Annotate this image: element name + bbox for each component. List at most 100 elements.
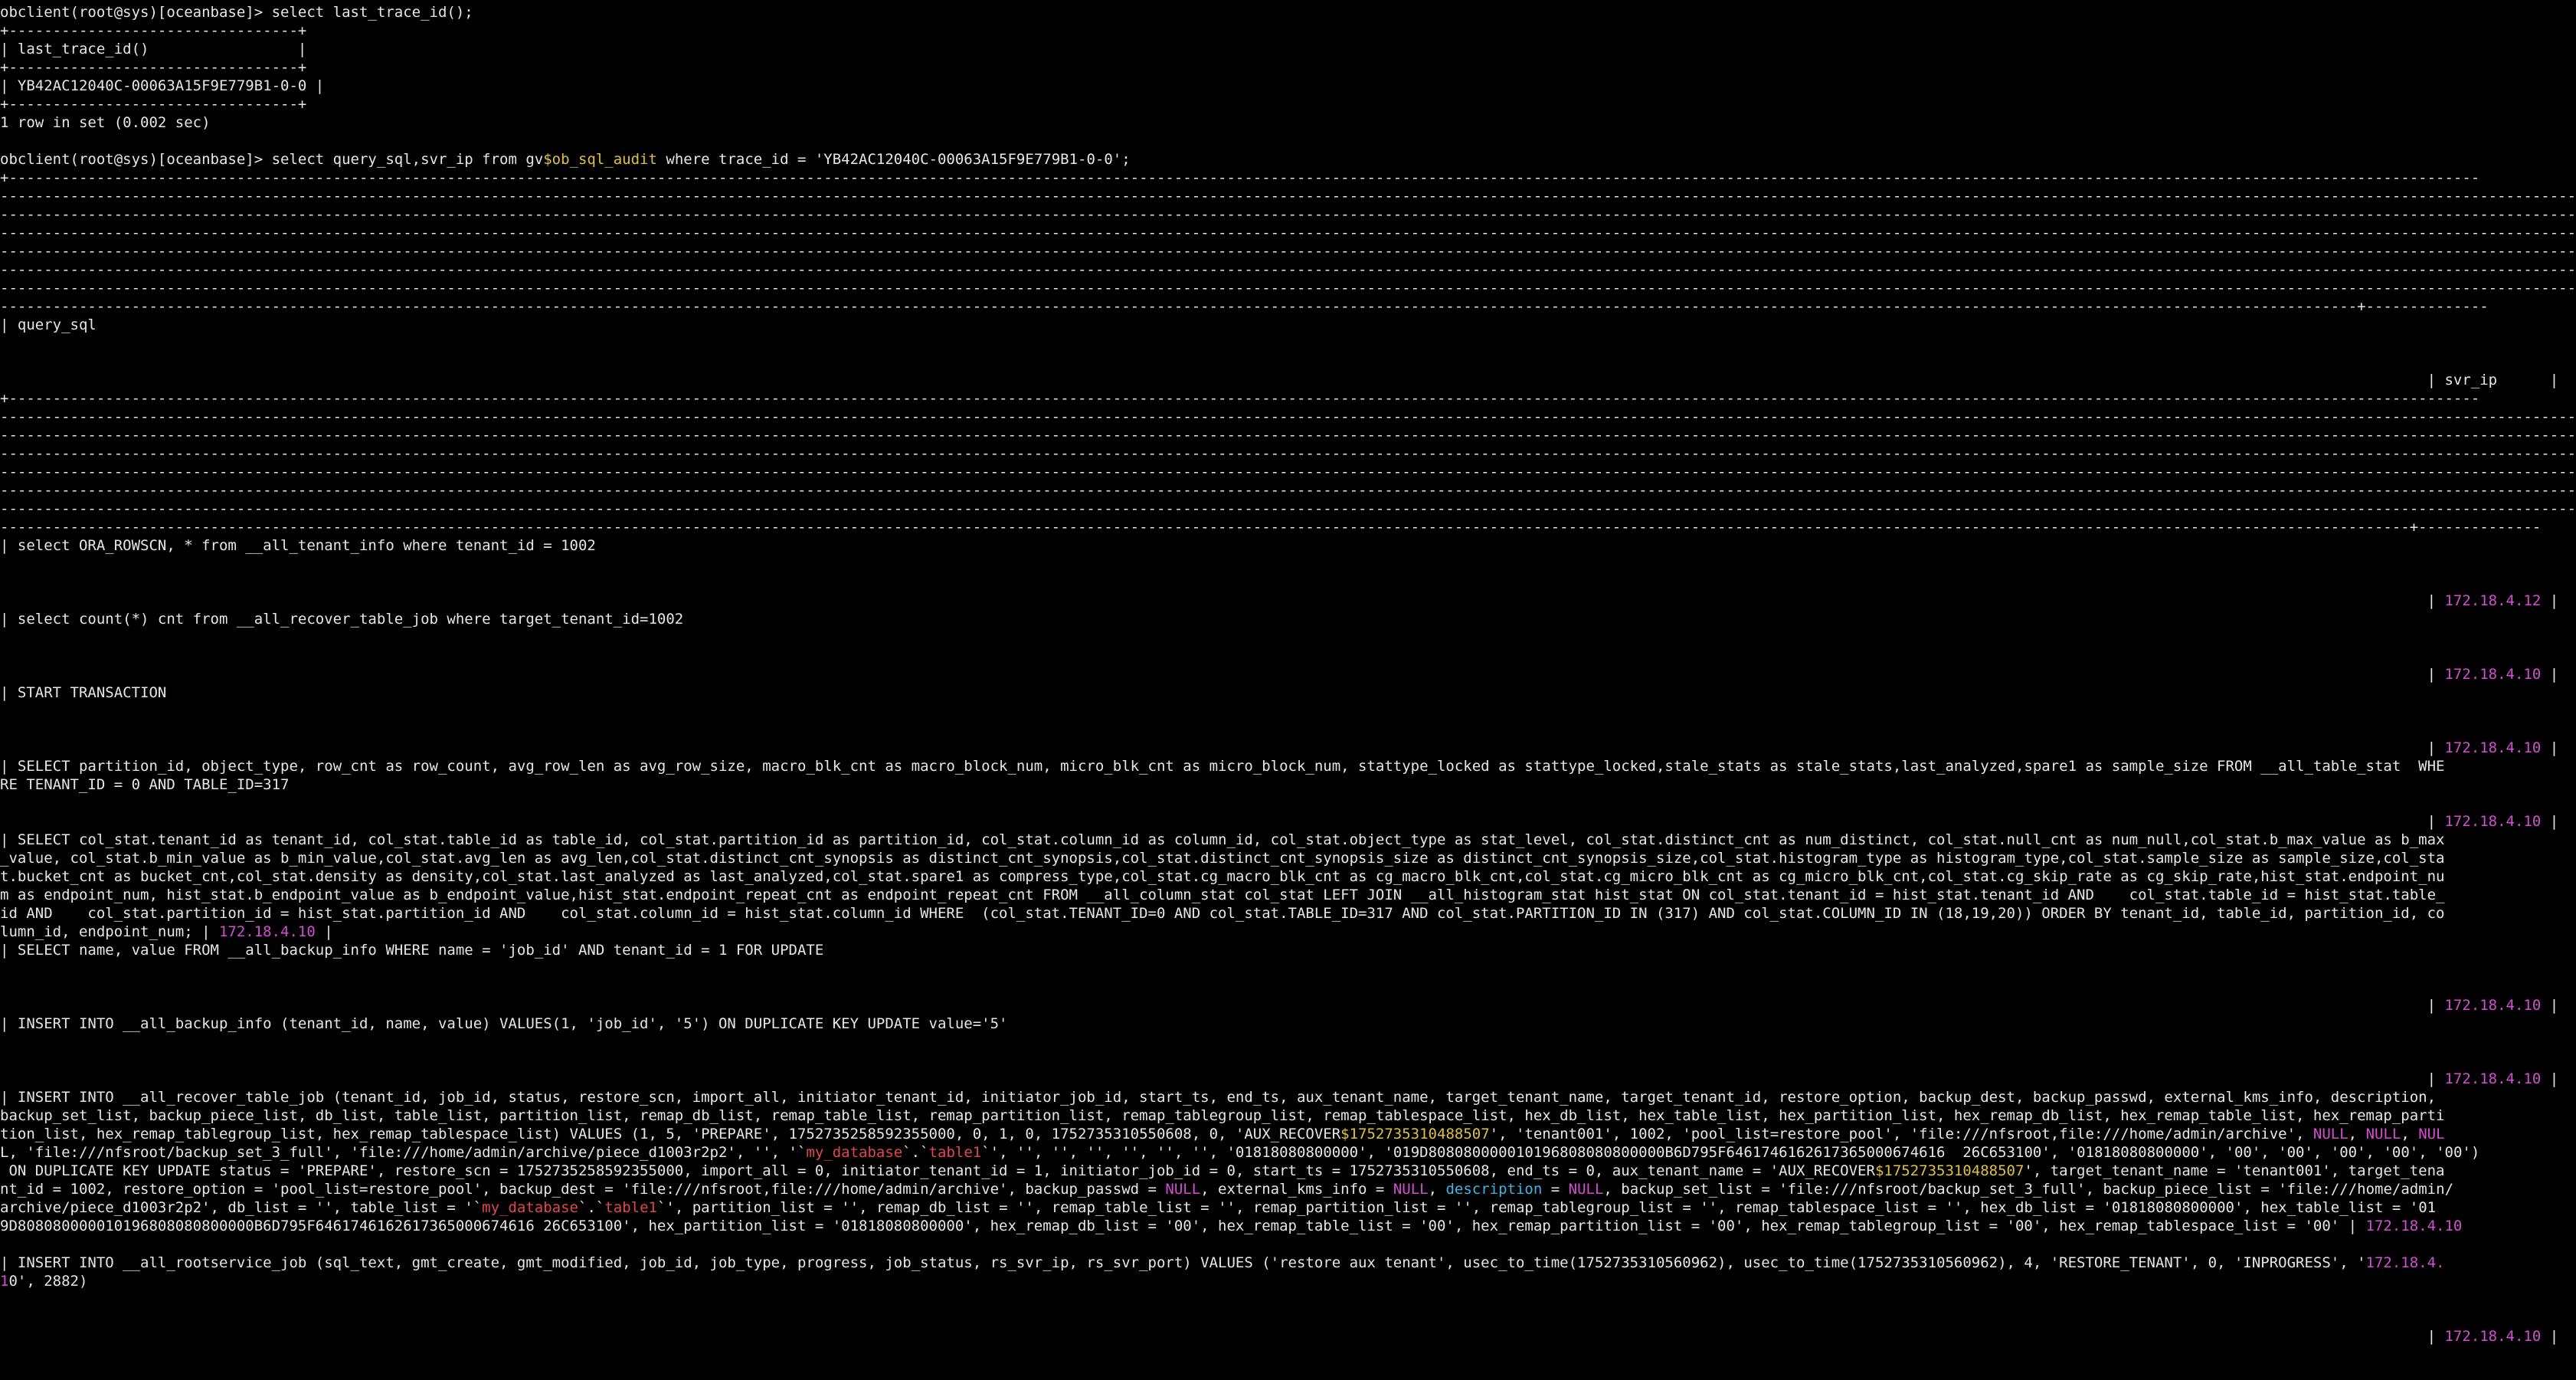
- terminal-text-segment: 172.18.4.12: [2444, 592, 2542, 609]
- terminal-line: | 172.18.4.10 |: [0, 996, 2559, 1015]
- terminal-line: ----------------------------------------…: [0, 463, 2576, 481]
- terminal-text-segment: |: [0, 666, 2445, 683]
- terminal-text-segment: | query_sql: [0, 316, 97, 333]
- terminal-text-segment: `.`: [902, 1144, 929, 1161]
- terminal-text-segment: ON DUPLICATE KEY UPDATE status = 'PREPAR…: [0, 1162, 1875, 1179]
- terminal-text-segment: |: [2541, 997, 2559, 1014]
- terminal-text-segment: t.bucket_cnt as bucket_cnt,col_stat.dens…: [0, 868, 2445, 885]
- terminal-text-segment: nt_id = 1002, restore_option = 'pool_lis…: [0, 1181, 1166, 1198]
- terminal-text-segment: my_database: [806, 1144, 903, 1161]
- terminal-line: lumn_id, endpoint_num; | 172.18.4.10 |: [0, 923, 333, 941]
- terminal-text-segment: id AND col_stat.partition_id = hist_stat…: [0, 905, 2445, 922]
- terminal-text-segment: |: [0, 739, 2445, 756]
- terminal-text-segment: ----------------------------------------…: [0, 519, 2542, 536]
- terminal-text-segment: lumn_id, endpoint_num; |: [0, 923, 219, 940]
- terminal-text-segment: |: [0, 997, 2445, 1014]
- terminal-line: ----------------------------------------…: [0, 205, 2576, 224]
- terminal-line: ----------------------------------------…: [0, 500, 2576, 518]
- terminal-line: ----------------------------------------…: [0, 279, 2576, 297]
- terminal-text-segment: |: [0, 1070, 2445, 1087]
- terminal-line: | query_sql: [0, 316, 97, 334]
- terminal-text-segment: 172.18.4.10: [2444, 666, 2542, 683]
- terminal-line: obclient(root@sys)[oceanbase]> select qu…: [0, 150, 1131, 169]
- terminal-text-segment: ----------------------------------------…: [0, 427, 2576, 444]
- terminal-text-segment: +---------------------------------+: [0, 96, 307, 113]
- terminal-text-segment: NULL: [2365, 1126, 2401, 1142]
- terminal-text-segment: |: [2541, 1070, 2559, 1087]
- terminal-window[interactable]: obclient(root@sys)[oceanbase]> select la…: [0, 0, 2576, 1380]
- terminal-line: ----------------------------------------…: [0, 261, 2576, 279]
- terminal-line: +---------------------------------------…: [0, 169, 2479, 187]
- terminal-text-segment: |: [0, 592, 2445, 609]
- terminal-line: id AND col_stat.partition_id = hist_stat…: [0, 904, 2444, 923]
- terminal-text-segment: 172.18.4.10: [2444, 739, 2542, 756]
- terminal-text-segment: tion_list, hex_remap_tablegroup_list, he…: [0, 1126, 1341, 1142]
- terminal-text-segment: m as endpoint_num, hist_stat.b_endpoint_…: [0, 887, 2445, 903]
- terminal-text-segment: +---------------------------------------…: [0, 169, 2480, 186]
- terminal-line: archive/piece_d1003r2p2', db_list = '', …: [0, 1198, 2436, 1217]
- terminal-text-segment: `.`: [578, 1199, 605, 1216]
- terminal-line: | 172.18.4.10 |: [0, 1070, 2559, 1088]
- terminal-text-segment: 172.18.4.10: [218, 923, 316, 940]
- terminal-text-segment: |: [0, 813, 2445, 830]
- terminal-line: 10', 2882): [0, 1272, 87, 1290]
- terminal-line: _value, col_stat.b_min_value as b_min_va…: [0, 849, 2444, 867]
- terminal-text-segment: ,: [2348, 1126, 2366, 1142]
- terminal-line: 9D808080000010196808080800000B6D795F6461…: [0, 1217, 2462, 1235]
- terminal-text-segment: ----------------------------------------…: [0, 243, 2576, 260]
- terminal-text-segment: L, 'file:///nfsroot/backup_set_3_full', …: [0, 1144, 807, 1161]
- terminal-line: | 172.18.4.10 |: [0, 665, 2559, 683]
- terminal-text-segment: |: [2541, 1328, 2559, 1345]
- terminal-text-segment: $ob_sql_audit: [543, 151, 657, 168]
- terminal-text-segment: RE TENANT_ID = 0 AND TABLE_ID=317: [0, 776, 290, 793]
- terminal-line: tion_list, hex_remap_tablegroup_list, he…: [0, 1125, 2445, 1143]
- terminal-line: | SELECT partition_id, object_type, row_…: [0, 757, 2444, 775]
- terminal-text-segment: _value, col_stat.b_min_value as b_min_va…: [0, 850, 2445, 867]
- terminal-line: | YB42AC12040C-00063A15F9E779B1-0-0 |: [0, 77, 324, 95]
- terminal-text-segment: 172.18.4.10: [2444, 813, 2542, 830]
- terminal-text-segment: | START TRANSACTION: [0, 684, 167, 701]
- terminal-text-segment: 172.18.4.10: [2444, 1070, 2542, 1087]
- terminal-text-segment: 0', 2882): [8, 1273, 88, 1290]
- terminal-text-segment: ----------------------------------------…: [0, 500, 2576, 517]
- terminal-text-segment: ----------------------------------------…: [0, 408, 2576, 425]
- terminal-text-segment: ----------------------------------------…: [0, 464, 2576, 480]
- terminal-text-segment: , backup_set_list = 'file:///nfsroot/bac…: [1603, 1181, 2454, 1198]
- terminal-text-segment: NULL: [1165, 1181, 1201, 1198]
- terminal-text-segment: obclient(root@sys)[oceanbase]> select qu…: [0, 151, 544, 168]
- terminal-line: | 172.18.4.10 |: [0, 812, 2559, 831]
- terminal-line: ----------------------------------------…: [0, 187, 2576, 205]
- terminal-text-segment: 9D808080000010196808080800000B6D795F6461…: [0, 1218, 2366, 1234]
- terminal-line: | 172.18.4.12 |: [0, 592, 2559, 610]
- terminal-text-segment: | SELECT name, value FROM __all_backup_i…: [0, 942, 824, 959]
- terminal-text-segment: |: [315, 923, 333, 940]
- terminal-line: | 172.18.4.10 |: [0, 739, 2559, 757]
- terminal-text-segment: ----------------------------------------…: [0, 225, 2576, 241]
- terminal-line: | SELECT name, value FROM __all_backup_i…: [0, 941, 823, 959]
- terminal-text-segment: ', target_tenant_name = 'tenant001', tar…: [2024, 1162, 2445, 1179]
- terminal-text-segment: $1752735310488507: [1874, 1162, 2024, 1179]
- terminal-line: ----------------------------------------…: [0, 518, 2541, 536]
- terminal-line: ----------------------------------------…: [0, 481, 2576, 500]
- terminal-text-segment: | last_trace_id() |: [0, 41, 307, 57]
- terminal-line: ----------------------------------------…: [0, 297, 2489, 316]
- terminal-line: ----------------------------------------…: [0, 444, 2576, 463]
- terminal-line: | svr_ip |: [0, 371, 2559, 389]
- terminal-text-segment: description: [1445, 1181, 1543, 1198]
- terminal-text-segment: | INSERT INTO __all_backup_info (tenant_…: [0, 1015, 1008, 1032]
- terminal-text-segment: | SELECT partition_id, object_type, row_…: [0, 758, 2445, 775]
- terminal-text-segment: 172.18.4.10: [2444, 1328, 2542, 1345]
- terminal-text-segment: +---------------------------------------…: [0, 390, 2480, 407]
- terminal-text-segment: 172.18.4.: [2365, 1254, 2445, 1271]
- terminal-text-segment: 1 row in set (0.002 sec): [0, 114, 211, 131]
- terminal-line: 1 row in set (0.002 sec): [0, 113, 211, 132]
- terminal-text-segment: NULL: [1393, 1181, 1429, 1198]
- terminal-text-segment: | INSERT INTO __all_recover_table_job (t…: [0, 1089, 2445, 1106]
- terminal-line: | 172.18.4.10 |: [0, 1327, 2559, 1346]
- terminal-text-segment: NULL: [2313, 1126, 2349, 1142]
- terminal-text-segment: | svr_ip |: [0, 372, 2559, 388]
- terminal-line: | SELECT col_stat.tenant_id as tenant_id…: [0, 831, 2444, 849]
- terminal-line: | INSERT INTO __all_backup_info (tenant_…: [0, 1015, 1007, 1033]
- terminal-text-segment: |: [2541, 813, 2559, 830]
- terminal-line: ----------------------------------------…: [0, 408, 2576, 426]
